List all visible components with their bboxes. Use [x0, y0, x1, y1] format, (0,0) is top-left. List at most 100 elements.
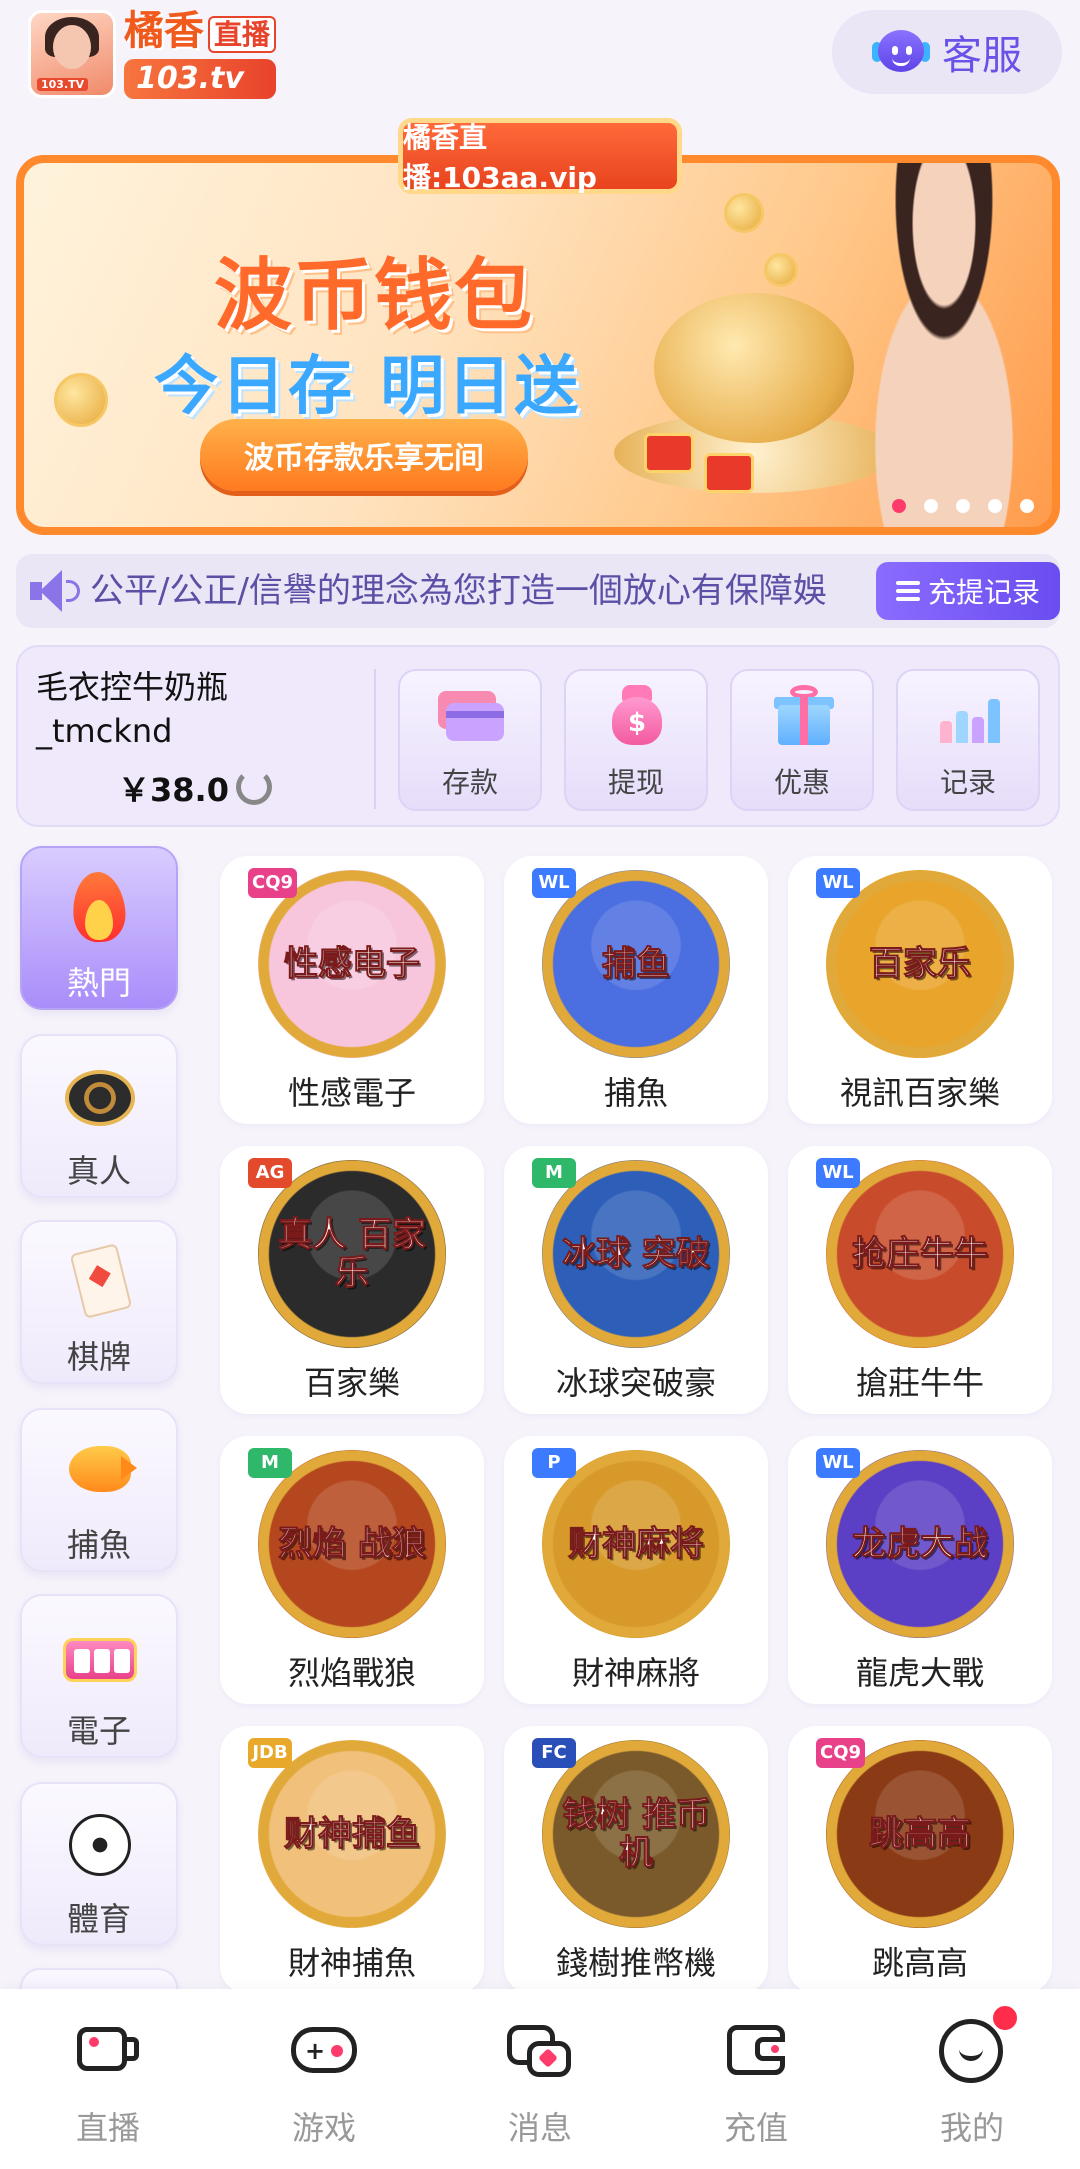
tab-label: 直播: [75, 2109, 140, 2147]
game-art-title: 龙虎大战: [852, 1524, 989, 1564]
category-live[interactable]: 真人: [20, 1034, 178, 1198]
tab-label: 游戏: [291, 2109, 356, 2147]
username-line-2: _tmcknd: [36, 712, 173, 750]
deposit-label: 存款: [441, 766, 498, 799]
username: 毛衣控牛奶瓶 _tmcknd: [36, 665, 356, 753]
coin-icon: [54, 373, 108, 427]
customer-service-button[interactable]: 客服: [832, 10, 1062, 94]
soccer-ball-icon: [59, 1804, 139, 1884]
coin-icon: [724, 193, 764, 233]
announcement-marquee[interactable]: 公平/公正/信譽的理念為您打造一個放心有保障娛 充提记录: [16, 554, 1060, 628]
coin-icon: [764, 253, 798, 287]
provider-badge: WL: [816, 1158, 860, 1188]
banner-dot[interactable]: [988, 499, 1002, 513]
logo-avatar: 103.TV: [28, 10, 116, 98]
game-art-title: 钱树 推币机: [562, 1795, 711, 1873]
game-card[interactable]: 冰球 突破 M 冰球突破豪: [504, 1146, 768, 1414]
provider-badge: FC: [532, 1738, 576, 1768]
gift-box-icon: [704, 453, 754, 493]
logo-site: 103.tv: [124, 59, 277, 99]
banner-subtitle: 今日存 明日送: [154, 350, 582, 424]
game-icon: 抢庄牛牛: [826, 1160, 1014, 1348]
game-card[interactable]: 龙虎大战 WL 龍虎大戰: [788, 1436, 1052, 1704]
banner-dot[interactable]: [956, 499, 970, 513]
chat-bubbles-icon: [505, 2019, 575, 2081]
game-name: 捕魚: [603, 1074, 668, 1112]
banner-title: 波币钱包: [214, 251, 535, 341]
game-icon: 性感电子: [258, 870, 446, 1058]
provider-badge: WL: [816, 868, 860, 898]
game-card[interactable]: 烈焰 战狼 M 烈焰戰狼: [220, 1436, 484, 1704]
provider-badge: CQ9: [816, 1738, 866, 1768]
category-label: 熱門: [66, 964, 131, 1002]
announcement-text: 公平/公正/信譽的理念為您打造一個放心有保障娛: [90, 571, 827, 611]
game-art-title: 百家乐: [869, 944, 972, 984]
game-icon: 钱树 推币机: [542, 1740, 730, 1928]
game-card[interactable]: 性感电子 CQ9 性感電子: [220, 856, 484, 1124]
category-cards[interactable]: 棋牌: [20, 1220, 178, 1384]
game-icon: 百家乐: [826, 870, 1014, 1058]
promo-banner[interactable]: 波币钱包 今日存 明日送 波币存款乐享无间: [16, 155, 1060, 535]
casino-chip-icon: [59, 1056, 139, 1136]
game-card[interactable]: 钱树 推币机 FC 錢樹推幣機: [504, 1726, 768, 1994]
account-panel: 毛衣控牛奶瓶 _tmcknd ￥38.0 存款 $ 提现 优惠 记录: [16, 645, 1060, 827]
game-card[interactable]: 跳高高 CQ9 跳高高: [788, 1726, 1052, 1994]
gift-icon: [766, 681, 838, 749]
category-label: 體育: [66, 1900, 131, 1938]
tab-messages[interactable]: 消息: [460, 2019, 620, 2149]
banner-cta-button[interactable]: 波币存款乐享无间: [200, 419, 528, 491]
provider-badge: WL: [532, 868, 576, 898]
banner-model-image: [824, 163, 1052, 527]
provider-badge: M: [248, 1448, 292, 1478]
provider-badge: M: [532, 1158, 576, 1188]
game-icon: 财神捕鱼: [258, 1740, 446, 1928]
money-bag-icon: $: [600, 681, 672, 749]
bar-chart-icon: [932, 681, 1004, 749]
category-slots[interactable]: 電子: [20, 1594, 178, 1758]
game-card[interactable]: 财神麻将 P 財神麻將: [504, 1436, 768, 1704]
game-card[interactable]: 财神捕鱼 JDB 財神捕魚: [220, 1726, 484, 1994]
provider-badge: CQ9: [248, 868, 298, 898]
notification-dot: [990, 2003, 1020, 2033]
game-icon: 跳高高: [826, 1740, 1014, 1928]
bottom-tab-bar: 直播 + 游戏 消息 充值 我的: [0, 1989, 1080, 2169]
customer-service-label: 客服: [942, 33, 1022, 79]
banner-pagination: [892, 499, 1034, 513]
category-fishing[interactable]: 捕魚: [20, 1408, 178, 1572]
tab-live[interactable]: 直播: [28, 2019, 188, 2149]
game-name: 性感電子: [287, 1074, 416, 1112]
game-card[interactable]: 抢庄牛牛 WL 搶莊牛牛: [788, 1146, 1052, 1414]
game-art-title: 跳高高: [869, 1814, 972, 1854]
category-label: 棋牌: [66, 1338, 131, 1376]
withdraw-button[interactable]: $ 提现: [564, 669, 708, 811]
gift-box-icon: [644, 433, 694, 473]
records-button[interactable]: 记录: [896, 669, 1040, 811]
slot-machine-icon: [59, 1616, 139, 1696]
refresh-icon[interactable]: [236, 769, 272, 805]
recharge-history-button[interactable]: 充提记录: [876, 562, 1060, 620]
provider-badge: WL: [816, 1448, 860, 1478]
game-card[interactable]: 真人 百家乐 AG 百家樂: [220, 1146, 484, 1414]
game-art-title: 真人 百家乐: [278, 1215, 427, 1293]
game-name: 冰球突破豪: [555, 1364, 716, 1402]
game-name: 財神捕魚: [287, 1944, 416, 1982]
withdraw-label: 提现: [607, 766, 664, 799]
provider-badge: AG: [248, 1158, 292, 1188]
category-label: 電子: [66, 1712, 131, 1750]
tab-recharge[interactable]: 充值: [676, 2019, 836, 2149]
banner-dot[interactable]: [1020, 499, 1034, 513]
category-sports[interactable]: 體育: [20, 1782, 178, 1946]
game-art-title: 烈焰 战狼: [278, 1524, 427, 1564]
promotions-button[interactable]: 优惠: [730, 669, 874, 811]
banner-dot[interactable]: [924, 499, 938, 513]
app-logo[interactable]: 103.TV 橘香 直播 103.tv: [28, 8, 320, 100]
category-hot[interactable]: 熱門: [20, 846, 178, 1010]
banner-dot[interactable]: [892, 499, 906, 513]
deposit-button[interactable]: 存款: [398, 669, 542, 811]
headset-icon: [872, 26, 930, 78]
game-name: 跳高高: [871, 1944, 968, 1982]
tab-games[interactable]: + 游戏: [244, 2019, 404, 2149]
game-card[interactable]: 捕鱼 WL 捕魚: [504, 856, 768, 1124]
tab-profile[interactable]: 我的: [892, 2019, 1052, 2149]
game-card[interactable]: 百家乐 WL 視訊百家樂: [788, 856, 1052, 1124]
